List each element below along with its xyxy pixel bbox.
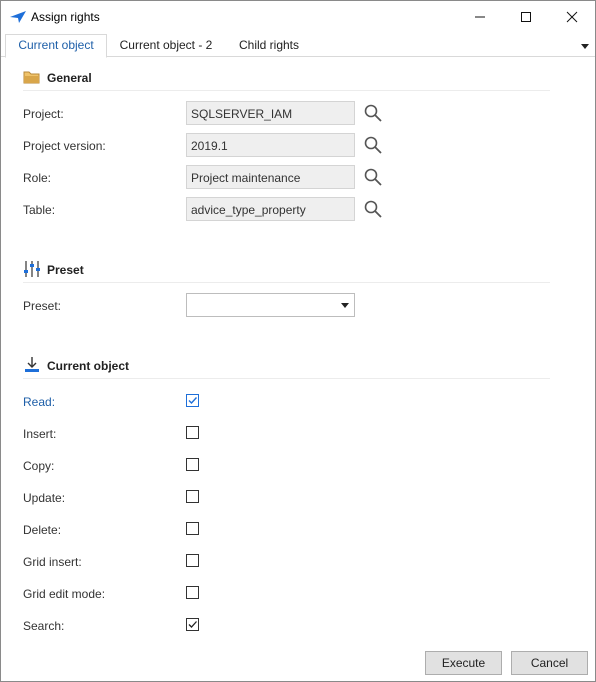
read-checkbox[interactable] [186,394,199,407]
section-general-title: General [47,71,92,85]
tab-current-object-2[interactable]: Current object - 2 [111,35,221,56]
checkmark-icon [188,397,198,405]
sliders-icon [24,261,40,277]
cancel-button[interactable]: Cancel [511,651,588,675]
project-field[interactable]: SQLSERVER_IAM [186,101,355,125]
preset-dropdown[interactable] [186,293,355,317]
minimize-button[interactable] [457,1,503,32]
close-icon [566,11,578,22]
minimize-icon [475,16,485,17]
update-checkbox[interactable] [186,490,199,503]
delete-checkbox[interactable] [186,522,199,535]
project-label: Project: [23,107,64,121]
assign-rights-window: Assign rights Current object Current obj… [0,0,596,682]
window-title: Assign rights [31,10,100,24]
grid-insert-checkbox[interactable] [186,554,199,567]
table-label: Table: [23,203,56,217]
section-preset-title: Preset [47,263,84,277]
grid-edit-mode-checkbox[interactable] [186,586,199,599]
project-search-icon[interactable] [363,103,383,123]
project-version-label: Project version: [23,139,106,153]
app-arrow-icon [10,11,26,23]
folder-icon [23,71,40,84]
role-search-icon[interactable] [363,167,383,187]
insert-checkbox[interactable] [186,426,199,439]
role-field[interactable]: Project maintenance [186,165,355,189]
search-label: Search: [23,619,65,633]
copy-checkbox[interactable] [186,458,199,471]
table-field[interactable]: advice_type_property [186,197,355,221]
search-checkbox[interactable] [186,618,199,631]
maximize-icon [521,11,531,22]
grid-insert-label: Grid insert: [23,555,82,569]
execute-button[interactable]: Execute [425,651,502,675]
grid-edit-mode-label: Grid edit mode: [23,587,106,601]
section-general: General [23,68,550,91]
section-preset: Preset [23,260,550,283]
checkmark-icon [188,621,197,628]
project-version-field[interactable]: 2019.1 [186,133,355,157]
role-label: Role: [23,171,52,185]
update-label: Update: [23,491,66,505]
read-label: Read: [23,395,56,409]
tab-bar: Current object Current object - 2 Child … [1,32,595,58]
table-search-icon[interactable] [363,199,383,219]
project-version-search-icon[interactable] [363,135,383,155]
tab-overflow-chevron-down-icon[interactable] [581,44,589,49]
chevron-down-icon [341,303,349,308]
tab-child-rights[interactable]: Child rights [229,35,309,56]
preset-label: Preset: [23,299,62,313]
delete-label: Delete: [23,523,62,537]
copy-label: Copy: [23,459,55,473]
title-bar: Assign rights [1,1,595,32]
section-current-object: Current object [23,356,550,379]
close-button[interactable] [549,1,595,32]
download-icon [25,357,39,372]
maximize-button[interactable] [503,1,549,32]
section-current-object-title: Current object [47,359,130,373]
tab-current-object[interactable]: Current object [5,34,107,58]
insert-label: Insert: [23,427,57,441]
